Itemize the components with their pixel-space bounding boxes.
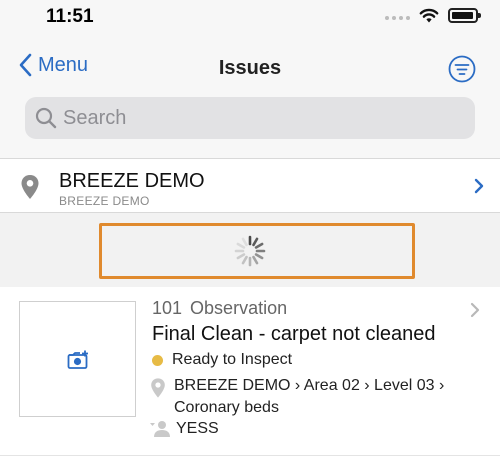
issue-status-label: Ready to Inspect: [172, 351, 293, 368]
status-icons: [385, 8, 481, 23]
status-dot-icon: [152, 354, 163, 366]
search-input[interactable]: [63, 106, 443, 130]
location-name: BREEZE DEMO: [59, 170, 205, 192]
issue-type: Observation: [190, 298, 288, 318]
status-time: 11:51: [46, 6, 94, 27]
chevron-left-icon: [19, 53, 32, 77]
location-pin-icon: [151, 378, 165, 398]
filter-button[interactable]: [448, 55, 476, 83]
issue-thumbnail[interactable]: [19, 301, 136, 417]
search-bar[interactable]: [25, 97, 475, 139]
chevron-right-icon: [474, 178, 484, 194]
wifi-icon: [419, 8, 439, 23]
issue-list-item[interactable]: 101 Observation Final Clean - carpet not …: [0, 287, 500, 456]
filter-icon: [448, 55, 476, 83]
location-selector[interactable]: BREEZE DEMO BREEZE DEMO: [0, 158, 500, 213]
issue-meta: 101 Observation: [152, 298, 287, 319]
issue-title: Final Clean - carpet not cleaned: [152, 323, 436, 345]
cellular-signal-icon: [385, 12, 410, 20]
back-button-label: Menu: [38, 53, 89, 76]
add-photo-icon: [67, 350, 88, 369]
issue-assignee-name: YESS: [176, 420, 219, 437]
issue-location: BREEZE DEMO › Area 02 › Level 03 › Coron…: [150, 375, 464, 419]
status-bar: 11:51: [0, 0, 500, 36]
issue-number: 101: [152, 298, 183, 318]
header-area: 11:51 Menu Issues: [0, 0, 500, 158]
issue-location-path: BREEZE DEMO › Area 02 › Level 03 › Coron…: [174, 377, 445, 416]
location-subtitle: BREEZE DEMO: [59, 194, 150, 208]
search-icon: [35, 107, 57, 129]
location-pin-icon: [21, 175, 39, 199]
activity-spinner-icon: [234, 235, 266, 267]
battery-icon: [448, 8, 481, 23]
chevron-right-icon: [470, 302, 480, 318]
back-button[interactable]: Menu: [18, 53, 88, 77]
issue-assignee: YESS: [150, 420, 219, 438]
user-icon: [150, 421, 170, 437]
navigation-bar: Menu Issues: [0, 44, 500, 92]
issue-status: Ready to Inspect: [152, 351, 292, 369]
